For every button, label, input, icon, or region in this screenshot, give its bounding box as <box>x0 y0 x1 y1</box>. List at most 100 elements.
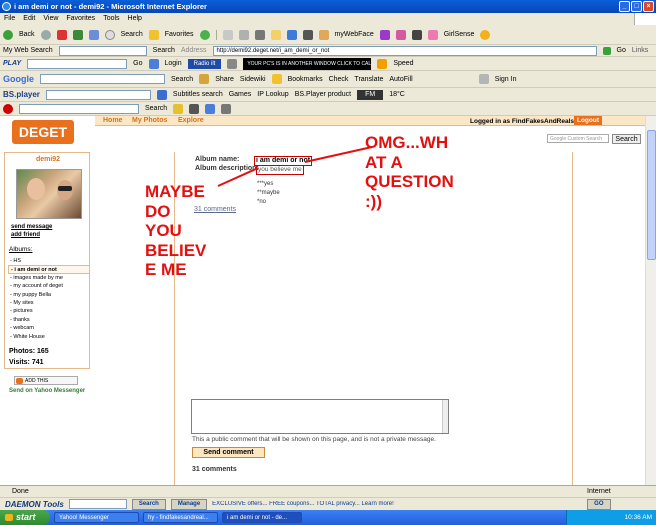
login-button[interactable]: Login <box>165 60 182 67</box>
media-icon[interactable] <box>156 89 167 100</box>
sun-icon[interactable] <box>480 29 491 40</box>
address-bar[interactable]: http://demi92.deget.net/i_am_demi_or_not <box>212 45 597 56</box>
share-button[interactable]: Share <box>215 76 234 83</box>
links-button[interactable]: Links <box>632 47 648 54</box>
extra-search-button[interactable]: Search <box>145 105 167 112</box>
google-search-button[interactable]: Search <box>171 76 193 83</box>
go-button[interactable]: Go <box>617 47 626 54</box>
daemon-manage-button[interactable]: Manage <box>170 498 208 510</box>
tools-icon[interactable] <box>302 29 313 40</box>
start-button[interactable]: start <box>0 510 50 525</box>
bookmarks-button[interactable]: Bookmarks <box>288 76 323 83</box>
speed-button[interactable]: Speed <box>393 60 413 67</box>
favorites-button[interactable]: Favorites <box>165 31 194 38</box>
messenger-icon[interactable] <box>286 29 297 40</box>
play-go-button[interactable]: Go <box>133 60 142 67</box>
websearch-input[interactable] <box>58 45 147 56</box>
go-arrow-icon[interactable] <box>602 46 611 55</box>
daemon-search-input[interactable] <box>68 499 127 509</box>
bookmark-star-icon[interactable] <box>271 74 282 84</box>
bsplayer-search-input[interactable] <box>45 89 151 100</box>
webface-icon[interactable] <box>379 29 390 40</box>
back-button[interactable]: Back <box>19 31 35 38</box>
taskbar-item-active[interactable]: i am demi or not - de... <box>222 512 302 523</box>
plus-icon[interactable] <box>199 74 210 84</box>
taskbar-item[interactable]: hy - findfakesandreal... <box>143 512 218 523</box>
menu-help[interactable]: Help <box>128 13 142 25</box>
smiley-icon[interactable] <box>318 29 329 40</box>
play-search-input[interactable] <box>27 58 128 69</box>
bsproduct-button[interactable]: BS.Player product <box>295 91 351 98</box>
status-text: Done <box>12 488 29 495</box>
stop-icon[interactable] <box>56 29 67 40</box>
clock: 10:36 AM <box>624 514 652 521</box>
edit-icon[interactable] <box>254 29 265 40</box>
extra-search-input[interactable] <box>19 103 139 114</box>
textarea-scrollbar[interactable] <box>442 400 448 433</box>
annotation-left-line: BELIEV <box>145 240 207 260</box>
menu-file[interactable]: File <box>4 13 15 25</box>
autofill-button[interactable]: AutoFill <box>389 76 412 83</box>
eyes-icon[interactable] <box>189 103 200 114</box>
girlsense-button[interactable]: GirlSense <box>444 31 475 38</box>
wrench-icon[interactable] <box>478 74 489 84</box>
star-icon[interactable] <box>148 29 159 40</box>
check-button[interactable]: Check <box>329 76 349 83</box>
play-logo: PLAY <box>3 60 22 67</box>
scrollbar-thumb[interactable] <box>647 130 656 260</box>
sidewiki-button[interactable]: Sidewiki <box>240 76 266 83</box>
history-icon[interactable] <box>199 29 210 40</box>
girlsense-icon[interactable] <box>427 29 438 40</box>
search-icon[interactable] <box>104 29 115 40</box>
red-circle-icon[interactable] <box>3 103 13 114</box>
forward-arrow-icon[interactable] <box>40 29 51 40</box>
daemon-ad-link[interactable]: EXCLUSIVE offers... FREE coupons... TOTA… <box>212 501 582 507</box>
iplookup-button[interactable]: IP Lookup <box>257 91 288 98</box>
subtitles-button[interactable]: Subtitles search <box>173 91 223 98</box>
comment-textarea[interactable] <box>191 399 449 434</box>
maximize-button[interactable]: □ <box>631 1 642 12</box>
fm-player[interactable]: FM <box>357 89 384 100</box>
weather-temp: 18°C <box>389 91 405 98</box>
websearch-button[interactable]: Search <box>153 47 175 54</box>
google-search-input[interactable] <box>40 74 165 84</box>
minimize-button[interactable]: _ <box>619 1 630 12</box>
pc-banner[interactable]: YOUR PC'S IS IN ANOTHER WINDOW CLICK TO … <box>243 57 372 70</box>
window-titlebar: i am demi or not - demi92 - Microsoft In… <box>0 0 656 13</box>
daemon-logo: DAEMON Tools <box>5 499 64 509</box>
emoticon-icon[interactable] <box>173 103 184 114</box>
refresh-icon[interactable] <box>72 29 83 40</box>
home-icon[interactable] <box>88 29 99 40</box>
taskbar-item[interactable]: Yahoo! Messenger <box>54 512 139 523</box>
send-comment-button[interactable]: Send comment <box>192 447 265 458</box>
back-arrow-icon[interactable] <box>3 29 13 40</box>
annotation-right: OMG...WH AT A QUESTION :)) <box>365 133 454 211</box>
page-icon[interactable] <box>411 29 422 40</box>
annotation-left-line: MAYBE <box>145 182 205 201</box>
screen-icon[interactable] <box>148 58 159 69</box>
menu-edit[interactable]: Edit <box>23 13 35 25</box>
face-icon[interactable] <box>395 29 406 40</box>
menu-view[interactable]: View <box>43 13 58 25</box>
menu-favorites[interactable]: Favorites <box>66 13 95 25</box>
radio-player[interactable]: Radio ilt <box>187 58 222 69</box>
radio-controls-icon[interactable] <box>227 58 238 69</box>
more-icon[interactable] <box>221 103 232 114</box>
mail-icon[interactable] <box>222 29 233 40</box>
amazon-icon[interactable] <box>377 58 388 69</box>
page-scrollbar[interactable] <box>645 116 656 485</box>
search-button[interactable]: Search <box>121 31 143 38</box>
facebook-icon[interactable] <box>205 103 216 114</box>
signin-button[interactable]: Sign In <box>495 76 517 83</box>
print-icon[interactable] <box>238 29 249 40</box>
daemon-go-button[interactable]: GO <box>587 498 611 510</box>
close-button[interactable]: × <box>643 1 654 12</box>
folder-icon[interactable] <box>270 29 281 40</box>
menu-tools[interactable]: Tools <box>103 13 119 25</box>
mywebface-button[interactable]: myWebFace <box>335 31 374 38</box>
daemon-search-button[interactable]: Search <box>131 498 166 510</box>
web-page: Home My Photos Explore Logged in as Find… <box>0 116 645 485</box>
games-button[interactable]: Games <box>229 91 252 98</box>
translate-button[interactable]: Translate <box>354 76 383 83</box>
windows-logo-icon <box>634 13 656 25</box>
